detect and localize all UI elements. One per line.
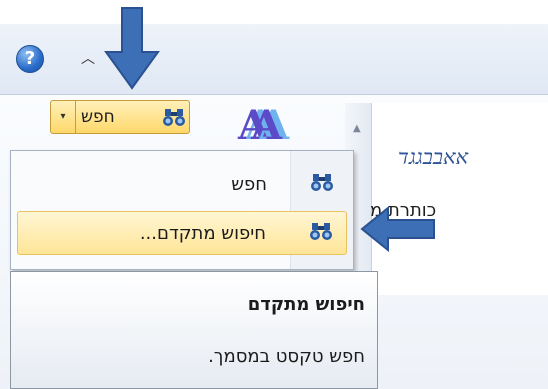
annotation-arrow-down-icon (104, 7, 160, 90)
binoculars-icon (310, 221, 332, 246)
collapse-ribbon-glyph: ︿ (81, 51, 95, 67)
change-styles-icon[interactable]: AA (238, 102, 282, 149)
styles-gallery[interactable] (345, 103, 548, 295)
annotation-arrow-left-icon (360, 205, 435, 253)
binoculars-icon (311, 172, 333, 197)
tooltip-description: חפש טקסט במסמך. (208, 346, 365, 367)
find-button-label: חפש (81, 107, 115, 127)
menu-item-advanced-find[interactable]: חיפוש מתקדם... (17, 211, 347, 255)
find-dropdown-menu: חפש חיפוש מתקדם... (10, 150, 354, 270)
menu-item-find[interactable]: חפש (17, 163, 347, 207)
style-sample-heading[interactable]: אאבבגגד (398, 145, 468, 170)
help-icon-glyph: ? (24, 48, 36, 69)
collapse-ribbon-icon[interactable]: ︿ (78, 52, 98, 66)
tooltip-title: חיפוש מתקדם (247, 294, 365, 315)
change-styles-glyph-2: A (251, 102, 283, 149)
find-split-button[interactable]: ▾ חפש (50, 100, 190, 134)
find-dropdown-arrow[interactable]: ▾ (51, 101, 76, 133)
binoculars-icon (163, 107, 185, 132)
help-icon[interactable]: ? (16, 45, 44, 73)
advanced-find-tooltip: חיפוש מתקדם חפש טקסט במסמך. (10, 271, 378, 389)
menu-item-find-text: חפש (231, 174, 267, 195)
scroll-up-icon[interactable]: ▲ (353, 123, 361, 134)
menu-item-find-label: חפש (231, 163, 267, 207)
menu-item-advanced-find-label: חיפוש מתקדם... (139, 223, 266, 244)
